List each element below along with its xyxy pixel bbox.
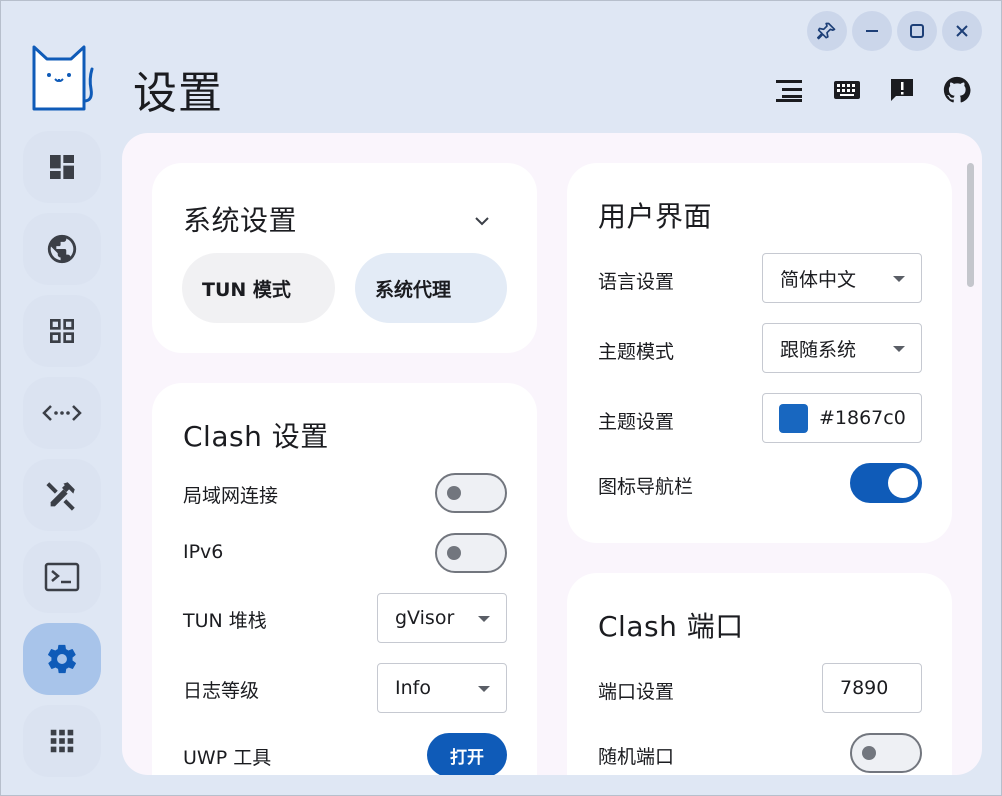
- github-icon: [943, 76, 971, 103]
- settings-icon: [48, 644, 76, 674]
- tools-icon: [46, 482, 75, 511]
- tun-mode-button[interactable]: TUN 模式: [182, 253, 335, 323]
- theme-color-picker[interactable]: #1867c0: [762, 393, 922, 443]
- theme-mode-value: 跟随系统: [780, 338, 857, 361]
- theme-color-label: 主题设置: [598, 411, 675, 433]
- color-swatch: [779, 404, 808, 433]
- dropdown-arrow-icon: [478, 616, 490, 622]
- uwp-label: UWP 工具: [183, 747, 272, 769]
- ipv6-toggle[interactable]: [435, 533, 507, 573]
- theme-mode-label: 主题模式: [598, 341, 675, 363]
- settings-panel: 系统设置 TUN 模式 系统代理 Clash 设置 局域网连接 IPv6 TUN…: [122, 133, 982, 775]
- chevron-down-icon: [475, 217, 489, 226]
- close-icon: [956, 25, 968, 37]
- clash-settings-card: Clash 设置 局域网连接 IPv6 TUN 堆栈 gVisor 日志等级 I…: [152, 383, 537, 775]
- tun-stack-select[interactable]: gVisor: [377, 593, 507, 643]
- clash-ports-card: Clash 端口 端口设置 7890 随机端口: [567, 573, 952, 775]
- code-arrows-icon: [42, 405, 82, 421]
- log-level-value: Info: [395, 677, 431, 699]
- feedback-button[interactable]: [885, 73, 919, 107]
- collapse-button[interactable]: [470, 209, 494, 233]
- dropdown-arrow-icon: [893, 276, 905, 282]
- tun-stack-label: TUN 堆栈: [183, 610, 267, 632]
- uwp-open-button[interactable]: 打开: [427, 733, 507, 775]
- ui-settings-title: 用户界面: [598, 200, 713, 233]
- dropdown-arrow-icon: [478, 686, 490, 692]
- system-settings-card: 系统设置 TUN 模式 系统代理: [152, 163, 537, 353]
- language-value: 简体中文: [780, 268, 857, 291]
- icon-nav-label: 图标导航栏: [598, 476, 694, 498]
- log-level-label: 日志等级: [183, 680, 260, 702]
- list-icon: [776, 80, 802, 102]
- clash-ports-title: Clash 端口: [598, 610, 744, 643]
- random-port-label: 随机端口: [598, 746, 675, 768]
- nav-connections[interactable]: [23, 377, 101, 449]
- list-button[interactable]: [772, 73, 806, 107]
- tun-stack-value: gVisor: [395, 607, 455, 629]
- page-title: 设置: [133, 68, 223, 119]
- minimize-button[interactable]: [852, 11, 892, 51]
- port-input[interactable]: 7890: [822, 663, 922, 713]
- language-select[interactable]: 简体中文: [762, 253, 922, 303]
- lan-label: 局域网连接: [183, 485, 279, 507]
- nav-rules[interactable]: [23, 459, 101, 531]
- dashboard-icon: [50, 155, 74, 179]
- ipv6-label: IPv6: [183, 541, 224, 563]
- apps-icon: [50, 729, 74, 753]
- terminal-icon: [44, 562, 80, 592]
- maximize-button[interactable]: [897, 11, 937, 51]
- theme-mode-select[interactable]: 跟随系统: [762, 323, 922, 373]
- nav-logs[interactable]: [23, 541, 101, 613]
- globe-icon: [47, 234, 77, 264]
- nav-more[interactable]: [23, 705, 101, 777]
- icon-nav-toggle[interactable]: [850, 463, 922, 503]
- pin-icon: [817, 22, 836, 40]
- keyboard-button[interactable]: [830, 73, 864, 107]
- dropdown-arrow-icon: [893, 346, 905, 352]
- maximize-icon: [910, 24, 924, 38]
- random-port-toggle[interactable]: [850, 733, 922, 773]
- port-value: 7890: [840, 677, 889, 699]
- nav-settings[interactable]: [23, 623, 101, 695]
- close-button[interactable]: [942, 11, 982, 51]
- feedback-icon: [891, 79, 913, 101]
- lan-toggle[interactable]: [435, 473, 507, 513]
- minimize-icon: [866, 30, 878, 32]
- app-logo: [29, 39, 95, 113]
- system-settings-title: 系统设置: [183, 204, 298, 237]
- ui-settings-card: 用户界面 语言设置 简体中文 主题模式 跟随系统 主题设置 #1867c0 图标…: [567, 163, 952, 543]
- nav-profiles[interactable]: [23, 295, 101, 367]
- log-level-select[interactable]: Info: [377, 663, 507, 713]
- scrollbar-thumb[interactable]: [967, 163, 974, 287]
- nav-proxies[interactable]: [23, 213, 101, 285]
- keyboard-icon: [834, 81, 860, 99]
- nav-dashboard[interactable]: [23, 131, 101, 203]
- clash-settings-title: Clash 设置: [183, 420, 329, 453]
- grid-icon: [49, 319, 74, 343]
- system-proxy-button[interactable]: 系统代理: [355, 253, 507, 323]
- theme-color-value: #1867c0: [819, 407, 906, 429]
- port-label: 端口设置: [598, 681, 675, 703]
- language-label: 语言设置: [598, 271, 675, 293]
- pin-button[interactable]: [807, 11, 847, 51]
- app-window: 设置 系统设置 TUN 模式 系统代理 Clash 设置 局域网连接 IPv6 …: [0, 0, 1002, 796]
- github-button[interactable]: [940, 73, 974, 107]
